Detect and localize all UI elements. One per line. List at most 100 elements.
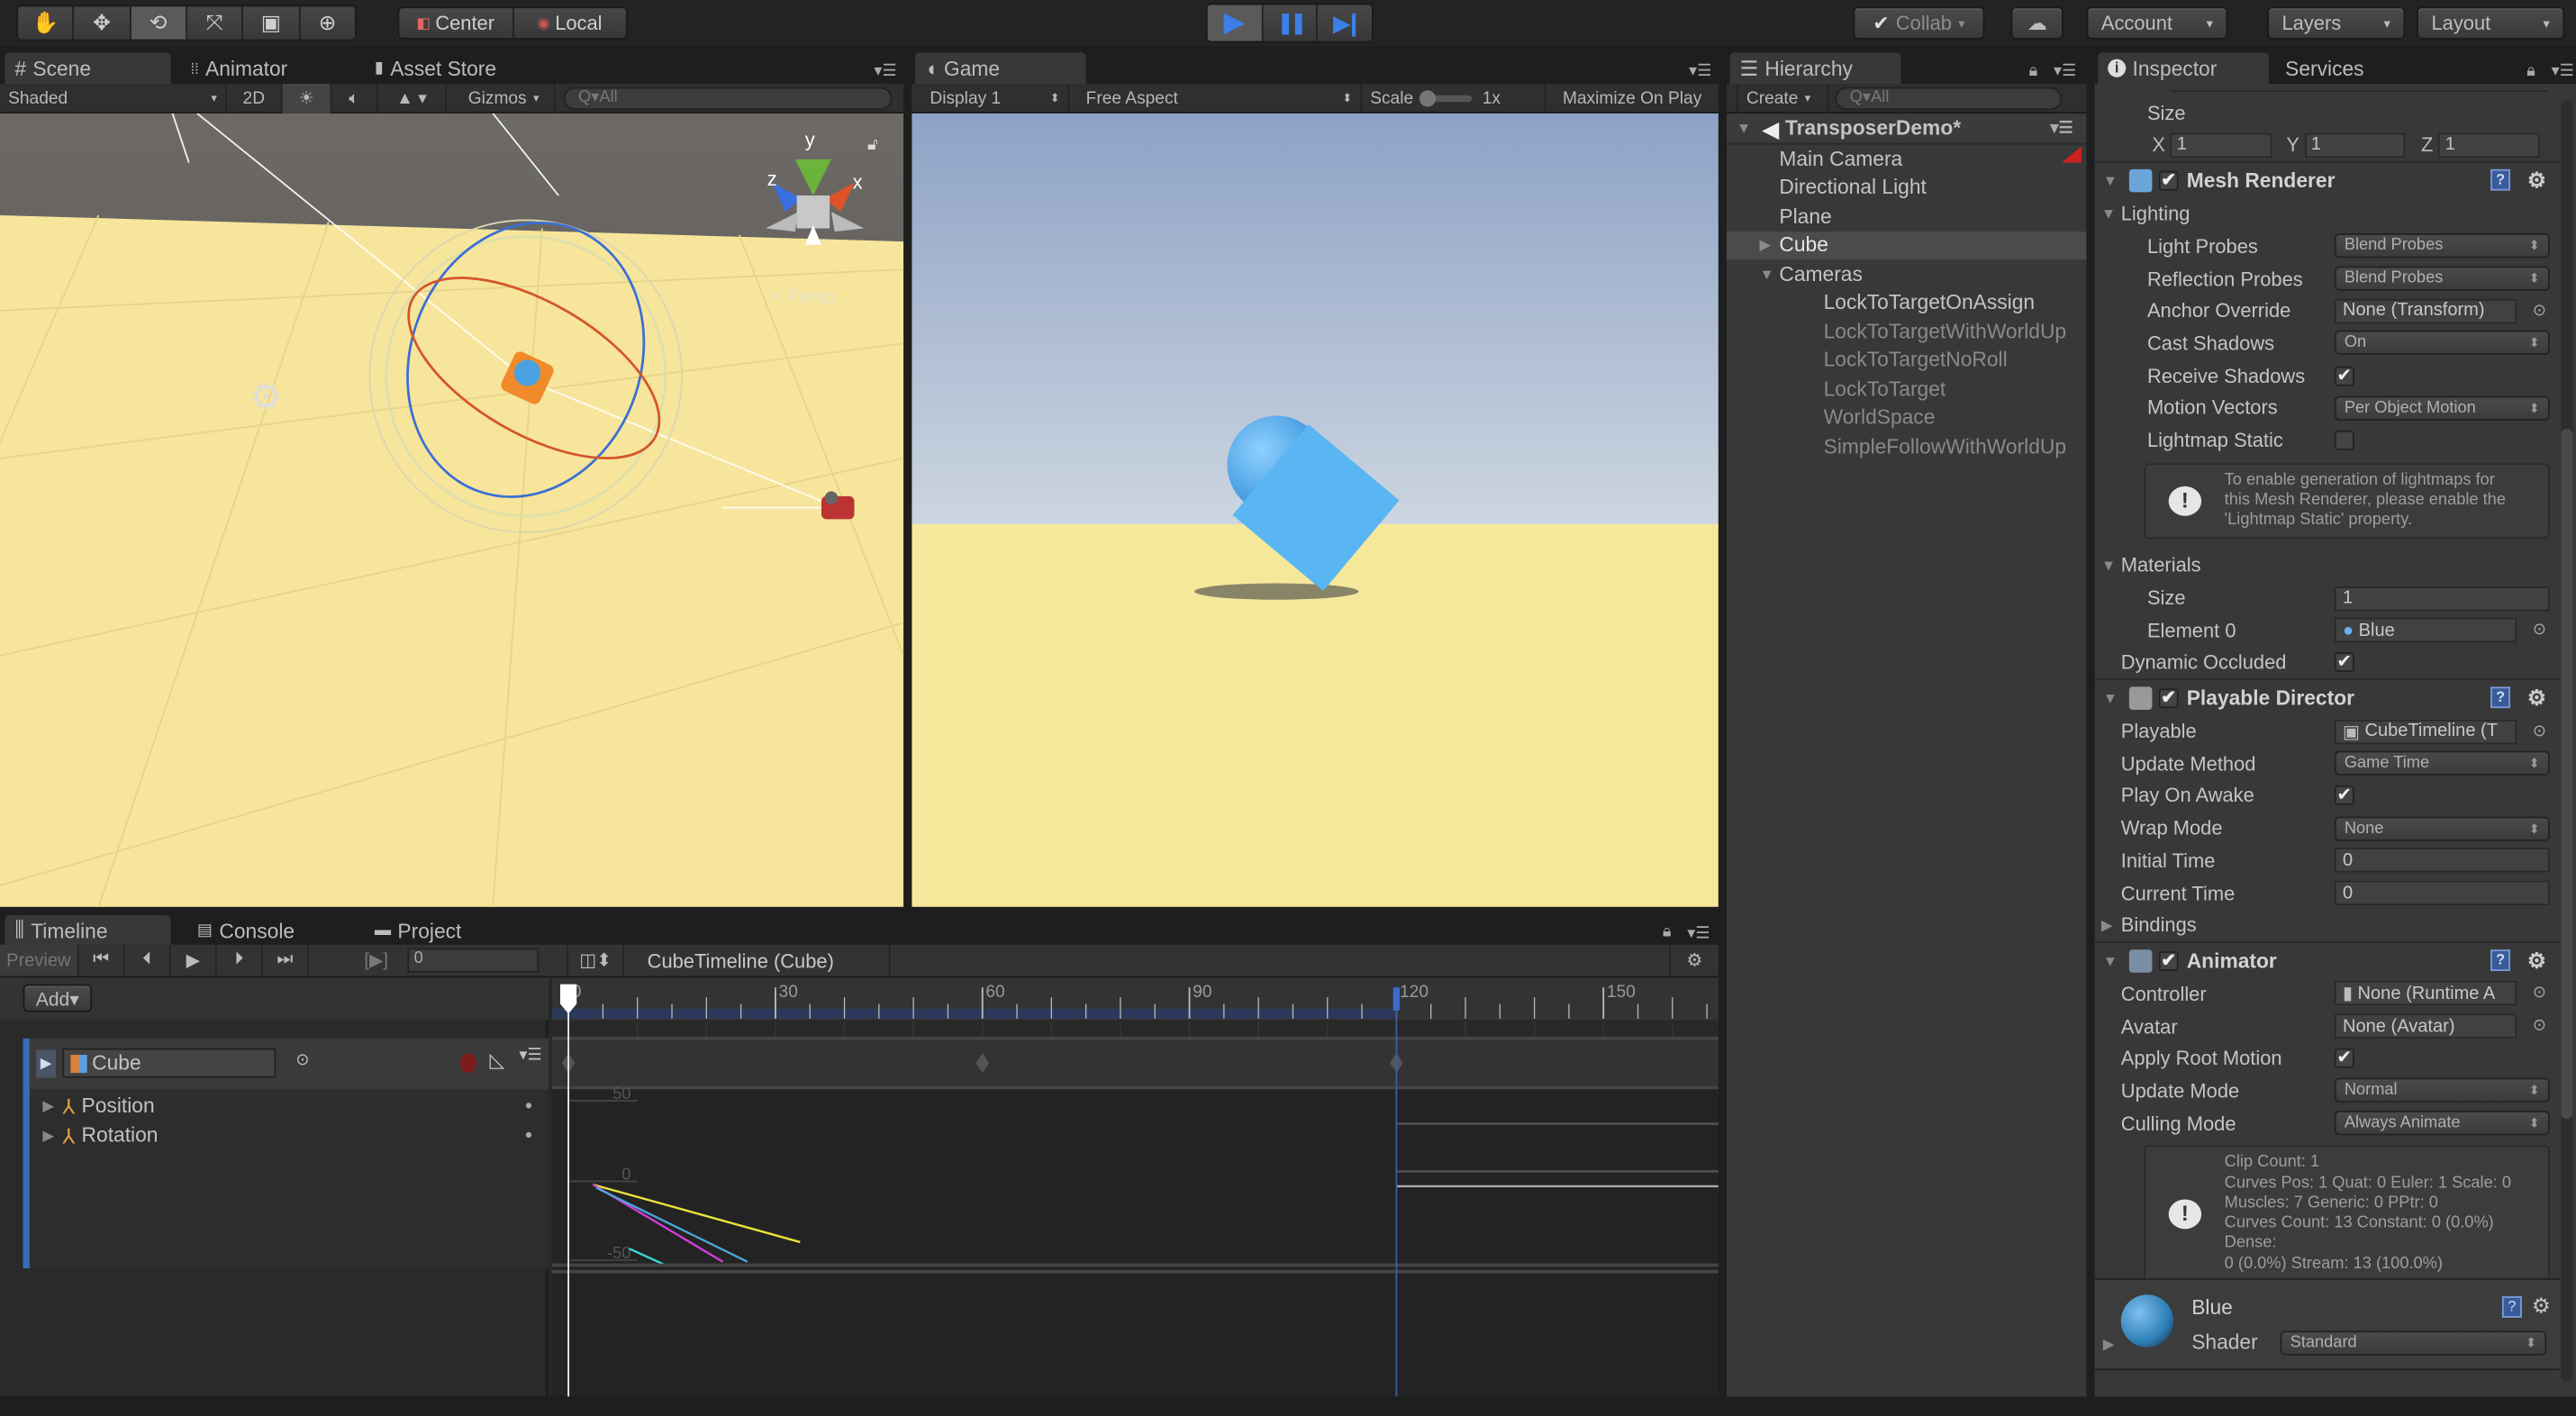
lock-icon[interactable]: 🔒︎ [2526, 62, 2535, 80]
expand-track-button[interactable]: ▶ [36, 1049, 57, 1078]
tab-timeline[interactable]: ⫼ Timeline [5, 914, 171, 947]
foldout-open-icon[interactable]: ▼ [2103, 172, 2123, 188]
frame-field[interactable]: 0 [407, 948, 540, 973]
play-range-button[interactable]: [▶] [353, 945, 399, 976]
account-dropdown[interactable]: Account ▾ [2086, 6, 2228, 40]
2d-toggle[interactable]: 2D [227, 84, 283, 113]
scene-menu-icon[interactable]: ▾☰ [2050, 120, 2073, 138]
property-keyframe-icon[interactable]: • [525, 1124, 532, 1148]
object-field[interactable]: ● Blue [2334, 618, 2517, 643]
property-dropdown[interactable]: None [2334, 815, 2550, 841]
object-field[interactable]: None (Avatar) [2334, 1013, 2517, 1039]
tool-button-2[interactable]: ⟲ [131, 6, 187, 40]
tab-asset-store[interactable]: ▮ Asset Store [365, 52, 562, 84]
size-z-field[interactable]: 1 [2438, 132, 2540, 159]
foldout-open-icon[interactable]: ▼ [1737, 121, 1756, 137]
go-to-start-button[interactable]: ⏮︎ [79, 944, 125, 976]
tab-animator[interactable]: ⁞⁞ Animator [181, 52, 362, 84]
object-field[interactable]: ▮ None (Runtime A [2334, 981, 2517, 1006]
timeline-settings-button[interactable]: ⚙ [1669, 944, 1719, 976]
tab-services[interactable]: Services [2275, 52, 2423, 84]
pivot-center-button[interactable]: ◧ Center [399, 8, 513, 38]
lock-icon[interactable]: 🔓︎ [867, 134, 878, 153]
scale-slider[interactable]: Scale 1x [1362, 84, 1547, 113]
lock-icon[interactable]: 🔒︎ [2029, 62, 2038, 80]
play-button[interactable]: ▶ [1207, 5, 1264, 41]
object-picker-icon[interactable]: ⊙ [2533, 985, 2546, 1003]
tool-button-4[interactable]: ▣ [243, 6, 301, 40]
hierarchy-item[interactable]: LockToTargetNoRoll [1727, 346, 2086, 375]
shading-mode-dropdown[interactable]: Shaded ▾ [0, 84, 227, 113]
object-picker-icon[interactable]: ⊙ [295, 1051, 309, 1069]
foldout-open-icon[interactable]: ▼ [2103, 690, 2123, 706]
object-picker-icon[interactable]: ⊙ [2533, 622, 2546, 640]
object-picker-icon[interactable]: ⊙ [2533, 722, 2546, 740]
panel-menu-icon[interactable]: ▾☰ [874, 62, 897, 80]
object-field[interactable]: None (Transform) [2334, 298, 2517, 323]
tab-hierarchy[interactable]: ☰ Hierarchy [1729, 52, 1901, 85]
panel-menu-icon[interactable]: ▾☰ [2552, 62, 2575, 80]
tab-game[interactable]: ◖ Game [914, 52, 1086, 85]
tool-button-5[interactable]: ⊕ [300, 6, 355, 40]
property-checkbox[interactable]: ✔ [2334, 366, 2354, 386]
scrollbar[interactable] [2561, 100, 2573, 1382]
property-checkbox[interactable]: ✔ [2334, 652, 2354, 673]
property-dropdown[interactable]: Blend Probes [2334, 233, 2550, 259]
hierarchy-item[interactable]: Plane [1727, 202, 2086, 231]
tool-button-1[interactable]: ✥ [74, 6, 132, 40]
timeline-breadcrumb[interactable]: CubeTimeline (Cube) [628, 944, 891, 976]
property-keyframe-icon[interactable]: • [525, 1094, 532, 1118]
foldout-closed-icon[interactable]: ▶ [2103, 1336, 2115, 1354]
tool-button-3[interactable]: ⤧ [186, 6, 244, 40]
size-y-field[interactable]: 1 [2304, 132, 2406, 159]
create-dropdown[interactable]: Create ▾ [1736, 84, 1829, 113]
property-dropdown[interactable]: Normal [2334, 1078, 2550, 1103]
hierarchy-item[interactable]: SimpleFollowWithWorldUp [1727, 432, 2086, 461]
layers-dropdown[interactable]: Layers ▾ [2267, 6, 2406, 40]
property-field[interactable]: 1 [2334, 585, 2550, 611]
shader-dropdown[interactable]: Standard [2280, 1330, 2547, 1356]
tool-button-0[interactable]: ✋ [18, 6, 75, 40]
foldout-closed-icon[interactable]: ▶ [2101, 916, 2121, 934]
track-row-cube[interactable]: ▶ Cube ⊙ ◺ ▾☰ [29, 1038, 549, 1090]
aspect-dropdown[interactable]: Free Aspect ⬍ [1069, 84, 1363, 113]
effects-dropdown[interactable]: ▲ ▾ [378, 84, 448, 113]
gizmos-dropdown[interactable]: Gizmos ▾ [453, 84, 556, 113]
tab-scene[interactable]: # Scene [5, 52, 171, 85]
foldout-open-icon[interactable]: ▼ [2101, 205, 2121, 222]
add-track-button[interactable]: Add▾ [23, 984, 93, 1012]
foldout-closed-icon[interactable]: ▶ [1759, 236, 1779, 254]
hierarchy-item[interactable]: Directional Light [1727, 173, 2086, 202]
curve-editor[interactable] [551, 1089, 1719, 1397]
hierarchy-item[interactable]: WorldSpace [1727, 404, 2086, 432]
property-checkbox[interactable] [2334, 430, 2354, 450]
tab-console[interactable]: ▤ Console [187, 915, 351, 947]
panel-menu-icon[interactable]: ▾☰ [1689, 62, 1712, 80]
component-enabled-checkbox[interactable]: ✔ [2158, 950, 2179, 971]
timeline-asset-selector[interactable]: ◫⬍ [567, 944, 625, 976]
property-dropdown[interactable]: Per Object Motion [2334, 395, 2550, 421]
help-icon[interactable]: ? [2490, 169, 2511, 192]
lock-icon[interactable]: 🔒︎ [1663, 923, 1672, 941]
collab-dropdown[interactable]: ✔ Collab ▾ [1853, 6, 1985, 40]
foldout-closed-icon[interactable]: ▶ [42, 1126, 62, 1144]
hierarchy-search-input[interactable]: Q▾All [1835, 86, 2063, 111]
panel-menu-icon[interactable]: ▾☰ [1687, 925, 1710, 943]
animated-property-row[interactable]: ▶ ⅄ Rotation • [30, 1121, 549, 1150]
pause-button[interactable]: ❚❚ [1263, 5, 1319, 41]
help-icon[interactable]: ? [2501, 1296, 2522, 1318]
help-icon[interactable]: ? [2490, 949, 2511, 972]
go-to-end-button[interactable]: ⏭︎ [263, 944, 309, 976]
property-dropdown[interactable]: Always Animate [2334, 1111, 2550, 1136]
gear-icon[interactable]: ⚙ [2532, 1293, 2551, 1319]
step-button[interactable]: ▶❙ [1318, 5, 1373, 41]
component-header[interactable]: ▼ ✔ Mesh Renderer? ⚙ [2094, 161, 2560, 197]
play-timeline-button[interactable]: ▶ [171, 944, 217, 976]
audio-toggle[interactable]: 🔈︎ [331, 84, 378, 113]
property-field[interactable]: 0 [2334, 848, 2550, 874]
record-button[interactable] [459, 1053, 476, 1074]
hierarchy-item[interactable]: LockToTargetOnAssign [1727, 288, 2086, 317]
foldout-open-icon[interactable]: ▼ [1759, 266, 1779, 282]
cloud-button[interactable]: ☁ [2010, 6, 2064, 40]
component-enabled-checkbox[interactable]: ✔ [2158, 687, 2179, 708]
